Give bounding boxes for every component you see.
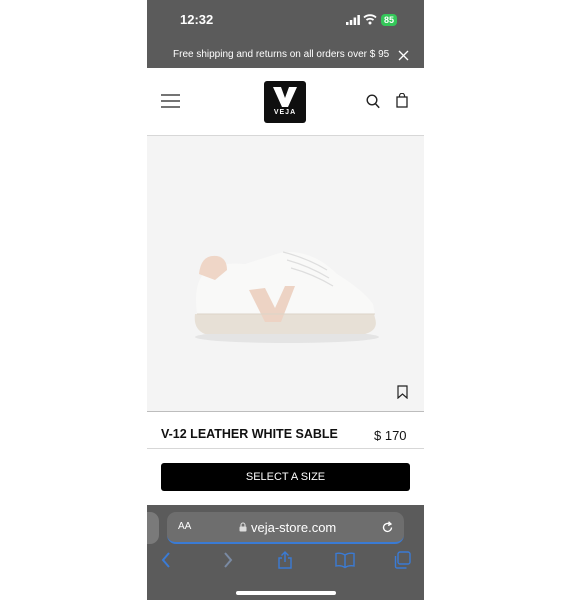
lock-icon: [239, 522, 247, 532]
product-price: $ 170: [374, 428, 407, 443]
bookmarks-icon[interactable]: [335, 551, 355, 569]
select-size-button[interactable]: SELECT A SIZE: [161, 463, 410, 491]
product-info: V-12 LEATHER WHITE SABLE $ 170: [147, 412, 424, 449]
previous-tab-peek[interactable]: [147, 512, 159, 544]
wifi-icon: [363, 14, 377, 25]
browser-toolbar: AA veja-store.com: [147, 505, 424, 600]
reload-icon[interactable]: [381, 521, 394, 534]
signal-icon: [346, 15, 360, 25]
brand-logo[interactable]: VEJA: [264, 81, 306, 123]
address-bar[interactable]: AA veja-store.com: [167, 512, 404, 544]
url-text[interactable]: veja-store.com: [251, 520, 336, 535]
forward-icon[interactable]: [223, 551, 233, 569]
menu-icon[interactable]: [161, 94, 180, 108]
home-indicator: [236, 591, 336, 595]
bookmark-icon[interactable]: [397, 385, 408, 399]
back-icon[interactable]: [161, 551, 171, 569]
logo-text: VEJA: [273, 109, 297, 116]
search-icon[interactable]: [366, 94, 380, 109]
logo-mark-icon: [273, 87, 297, 107]
product-image[interactable]: [147, 136, 424, 412]
tabs-icon[interactable]: [394, 551, 411, 569]
phone-screen: 12:32 85 Free shipping and returns on al…: [147, 0, 424, 600]
shoe-illustration: [194, 251, 379, 343]
site-header: VEJA: [147, 68, 424, 136]
close-icon[interactable]: [398, 50, 409, 61]
share-icon[interactable]: [277, 551, 293, 569]
status-time: 12:32: [180, 12, 214, 27]
battery-indicator: 85: [381, 14, 398, 26]
promo-banner: Free shipping and returns on all orders …: [147, 40, 424, 68]
promo-text: Free shipping and returns on all orders …: [173, 49, 390, 60]
text-size-button[interactable]: AA: [178, 521, 191, 532]
status-bar: 12:32 85: [147, 0, 424, 40]
bag-icon[interactable]: [396, 93, 408, 108]
product-name: V-12 LEATHER WHITE SABLE: [161, 427, 338, 441]
